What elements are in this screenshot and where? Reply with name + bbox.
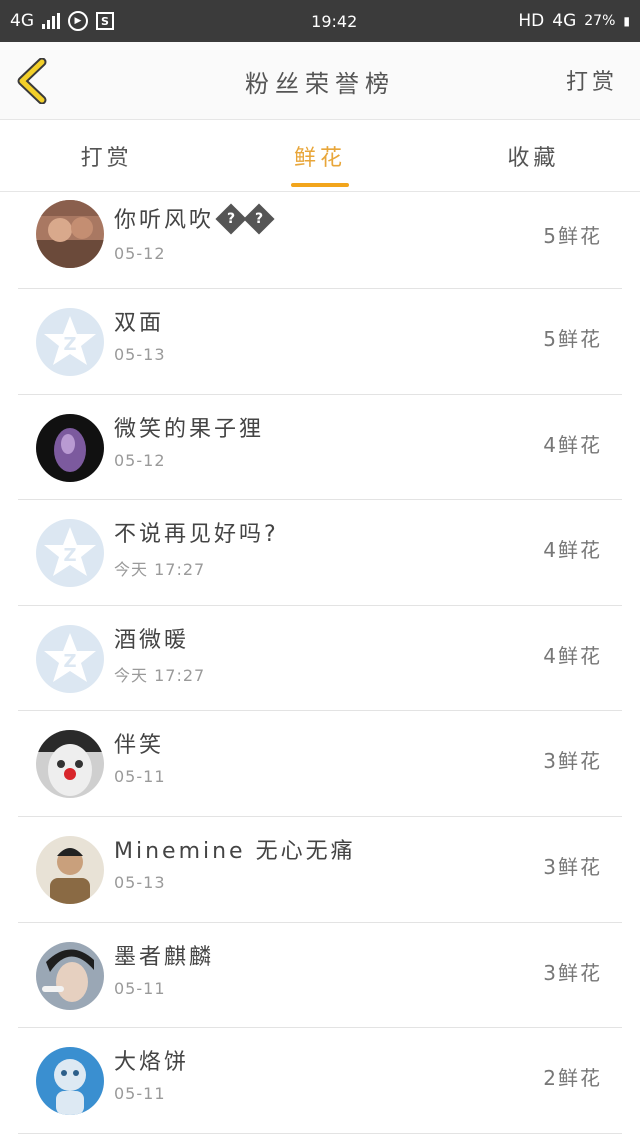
fan-name: 墨者麒麟 bbox=[114, 944, 215, 970]
page-title: 粉丝荣誉榜 bbox=[245, 70, 395, 98]
tab-reward[interactable]: 打赏 bbox=[0, 120, 213, 191]
svg-text:Z: Z bbox=[63, 545, 76, 566]
fan-date: 今天 17:27 bbox=[114, 560, 206, 580]
person-portrait-icon bbox=[36, 835, 104, 904]
fan-date: 05-12 bbox=[114, 450, 166, 470]
default-star-avatar-icon: Z bbox=[36, 624, 104, 693]
default-star-avatar-icon: Z bbox=[36, 519, 104, 588]
fan-date: 05-12 bbox=[114, 244, 166, 263]
svg-text:Z: Z bbox=[63, 651, 76, 672]
flower-count: 4鲜花 bbox=[543, 643, 602, 668]
fan-date: 05-11 bbox=[114, 767, 166, 787]
fan-name: 伴笑 bbox=[114, 733, 165, 759]
fan-date: 今天 17:27 bbox=[114, 665, 206, 685]
tab-flowers[interactable]: 鲜花 bbox=[213, 120, 426, 191]
unknown-glyph-icon: ? bbox=[243, 203, 275, 235]
flower-count: 4鲜花 bbox=[543, 432, 602, 457]
media-icon: ▶ bbox=[68, 11, 88, 31]
fan-name: 双面 bbox=[114, 311, 165, 336]
signal-icon bbox=[42, 13, 60, 29]
fan-name: Minemine 无心无痛 bbox=[114, 838, 356, 864]
list-item[interactable]: Z 酒微暖 今天 17:27 4鲜花 bbox=[18, 606, 622, 712]
flower-count: 4鲜花 bbox=[543, 538, 602, 563]
list-item[interactable]: 伴笑 05-11 3鲜花 bbox=[18, 711, 622, 817]
fan-name: 你听风吹?? bbox=[114, 202, 275, 235]
fan-name: 大烙饼 bbox=[114, 1050, 190, 1076]
fan-date: 05-11 bbox=[114, 978, 166, 998]
nav-header: 粉丝荣誉榜 打赏 bbox=[0, 42, 640, 120]
fan-name: 微笑的果子狸 bbox=[114, 416, 265, 442]
fan-date: 05-13 bbox=[114, 872, 166, 892]
reward-button[interactable]: 打赏 bbox=[566, 64, 618, 96]
flower-count: 3鲜花 bbox=[543, 749, 602, 774]
fan-name: 不说再见好吗? bbox=[114, 522, 279, 548]
hd-indicator: HD bbox=[518, 11, 545, 31]
flower-count: 5鲜花 bbox=[543, 327, 602, 351]
tab-favorites[interactable]: 收藏 bbox=[427, 120, 640, 191]
flower-count: 2鲜花 bbox=[543, 1066, 602, 1091]
clown-face-icon bbox=[36, 730, 104, 799]
battery-level: 27% bbox=[584, 13, 616, 29]
unknown-glyph-icon: ? bbox=[215, 203, 247, 235]
list-item[interactable]: 大烙饼 05-11 2鲜花 bbox=[18, 1028, 622, 1134]
fan-ranking-list: 你听风吹?? 05-12 5鲜花 Z 双面 05-13 5鲜花 微笑的果子狸 0… bbox=[0, 192, 640, 1134]
svg-text:Z: Z bbox=[63, 334, 76, 355]
list-item[interactable]: 墨者麒麟 05-11 3鲜花 bbox=[18, 923, 622, 1029]
tab-bar: 打赏 鲜花 收藏 bbox=[0, 120, 640, 192]
list-item[interactable]: Minemine 无心无痛 05-13 3鲜花 bbox=[18, 817, 622, 923]
fan-name: 酒微暖 bbox=[114, 627, 190, 653]
flower-count: 3鲜花 bbox=[543, 854, 602, 879]
flower-count: 5鲜花 bbox=[543, 224, 602, 248]
list-item[interactable]: 你听风吹?? 05-12 5鲜花 bbox=[18, 192, 622, 289]
purple-crystal-icon bbox=[36, 413, 104, 482]
fan-date: 05-13 bbox=[114, 345, 166, 364]
network-indicator-right: 4G bbox=[552, 11, 577, 31]
list-item[interactable]: Z 不说再见好吗? 今天 17:27 4鲜花 bbox=[18, 500, 622, 606]
list-item[interactable]: 微笑的果子狸 05-12 4鲜花 bbox=[18, 395, 622, 501]
network-indicator: 4G bbox=[10, 11, 34, 31]
fan-date: 05-11 bbox=[114, 1084, 166, 1104]
photo-couple-icon bbox=[36, 200, 104, 268]
young-man-portrait-icon bbox=[36, 941, 104, 1010]
app-notification-icon: S bbox=[96, 12, 114, 30]
list-item[interactable]: Z 双面 05-13 5鲜花 bbox=[18, 289, 622, 395]
flower-count: 3鲜花 bbox=[543, 960, 602, 985]
battery-icon: ▮ bbox=[623, 14, 630, 28]
blue-doll-icon bbox=[36, 1047, 104, 1116]
clock: 19:42 bbox=[311, 11, 358, 31]
status-bar: 4G ▶ S 19:42 HD 4G 27% ▮ bbox=[0, 0, 640, 42]
default-star-avatar-icon: Z bbox=[36, 308, 104, 376]
